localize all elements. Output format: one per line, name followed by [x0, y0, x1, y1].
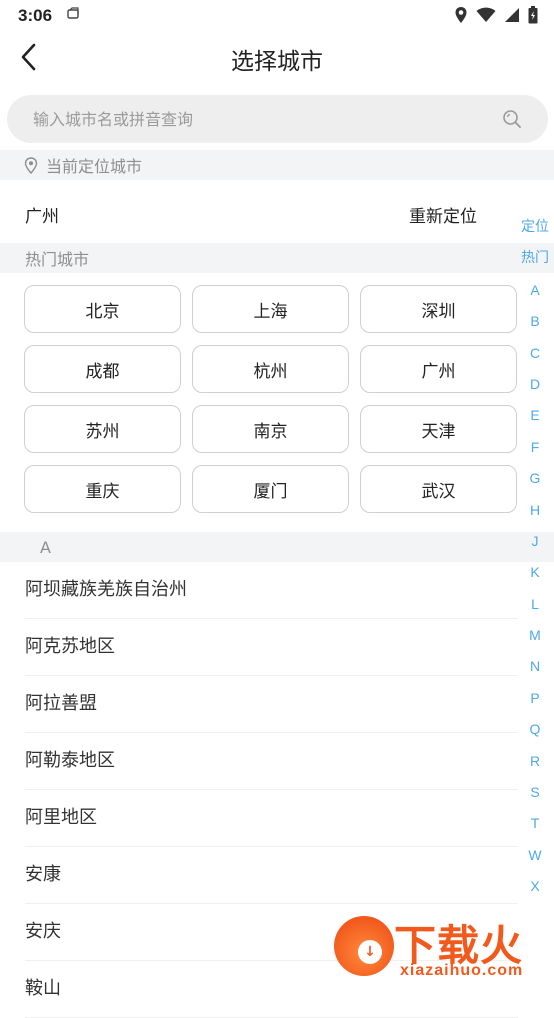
search-box[interactable]: [7, 95, 548, 143]
location-section-label: 当前定位城市: [46, 157, 143, 176]
index-item[interactable]: C: [516, 338, 554, 369]
hot-city-button[interactable]: 重庆: [24, 465, 181, 513]
current-city[interactable]: 广州: [25, 202, 59, 227]
index-item[interactable]: W: [516, 840, 554, 871]
hot-city-button[interactable]: 上海: [192, 285, 349, 333]
watermark-url: xiazaihuo.com: [400, 962, 524, 979]
city-list-item[interactable]: 阿坝藏族羌族自治州: [25, 562, 518, 619]
index-item[interactable]: G: [516, 463, 554, 494]
location-status-icon: [454, 6, 468, 24]
relocate-button[interactable]: 重新定位: [409, 202, 477, 227]
page-title: 选择城市: [231, 49, 323, 75]
hot-cities-header: 热门城市: [0, 243, 554, 273]
index-item[interactable]: M: [516, 620, 554, 651]
status-time: 3:06: [18, 6, 53, 25]
hot-city-button[interactable]: 成都: [24, 345, 181, 393]
index-item[interactable]: P: [516, 683, 554, 714]
index-item[interactable]: B: [516, 306, 554, 337]
index-item[interactable]: E: [516, 400, 554, 431]
battery-icon: [528, 6, 538, 24]
index-item-location[interactable]: 定位: [516, 212, 554, 243]
download-arrow-icon: ↓: [358, 940, 382, 964]
index-item[interactable]: L: [516, 589, 554, 620]
city-list-item[interactable]: 安康: [25, 847, 518, 904]
signal-icon: [504, 7, 520, 23]
index-item-hot[interactable]: 热门: [516, 243, 554, 274]
hot-city-button[interactable]: 杭州: [192, 345, 349, 393]
hot-city-button[interactable]: 南京: [192, 405, 349, 453]
index-item[interactable]: S: [516, 777, 554, 808]
wifi-icon: [476, 7, 496, 23]
hot-city-button[interactable]: 苏州: [24, 405, 181, 453]
letter-section-header: A: [0, 532, 554, 562]
current-location-row: 广州 重新定位: [0, 180, 554, 243]
index-item[interactable]: N: [516, 651, 554, 682]
city-list-item[interactable]: 阿里地区: [25, 790, 518, 847]
hot-city-button[interactable]: 深圳: [360, 285, 517, 333]
hot-city-button[interactable]: 北京: [24, 285, 181, 333]
city-list-item[interactable]: 阿拉善盟: [25, 676, 518, 733]
index-item[interactable]: H: [516, 495, 554, 526]
app-header: 选择城市: [0, 32, 554, 87]
index-item[interactable]: D: [516, 369, 554, 400]
index-item[interactable]: K: [516, 557, 554, 588]
hot-city-button[interactable]: 武汉: [360, 465, 517, 513]
flame-logo-icon: ↓: [334, 916, 394, 976]
hot-city-button[interactable]: 天津: [360, 405, 517, 453]
city-list-item[interactable]: 阿勒泰地区: [25, 733, 518, 790]
city-list-item[interactable]: 阿克苏地区: [25, 619, 518, 676]
alphabet-index-bar[interactable]: 定位 热门 A B C D E F G H J K L M N P Q R S …: [516, 212, 554, 903]
index-item[interactable]: Q: [516, 714, 554, 745]
search-bar: [0, 86, 554, 150]
index-item[interactable]: A: [516, 275, 554, 306]
hot-city-button[interactable]: 广州: [360, 345, 517, 393]
location-section-header: 当前定位城市: [0, 150, 554, 180]
notification-icon: [66, 7, 80, 21]
index-item[interactable]: X: [516, 871, 554, 902]
index-item[interactable]: R: [516, 746, 554, 777]
letter-section-label: A: [40, 537, 51, 557]
index-item[interactable]: J: [516, 526, 554, 557]
hot-city-button[interactable]: 厦门: [192, 465, 349, 513]
location-pin-icon: [24, 156, 38, 174]
index-item[interactable]: T: [516, 808, 554, 839]
watermark-logo: ↓ 下载火 xiazaihuo.com: [328, 910, 554, 984]
hot-cities-label: 热门城市: [25, 250, 90, 269]
status-bar: 3:06: [0, 0, 554, 32]
search-input[interactable]: [31, 108, 475, 130]
index-item[interactable]: F: [516, 432, 554, 463]
search-icon[interactable]: [502, 109, 522, 133]
hot-cities-grid: 北京 上海 深圳 成都 杭州 广州 苏州 南京 天津 重庆 厦门 武汉: [24, 285, 518, 513]
